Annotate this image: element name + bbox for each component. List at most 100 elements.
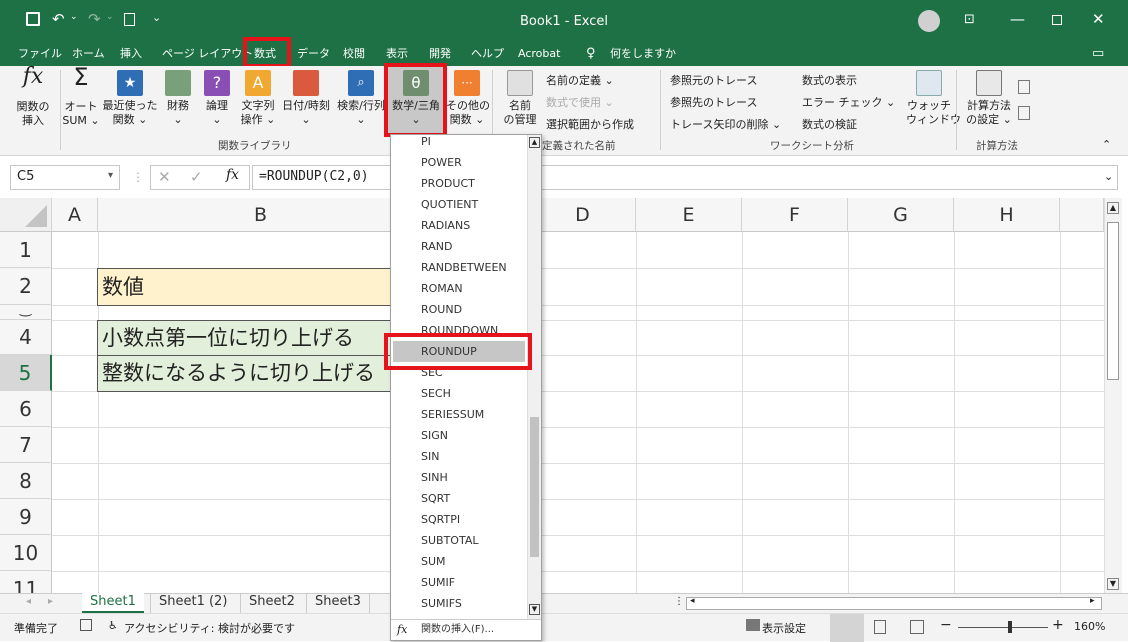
collapse-ribbon-icon[interactable]: ⌃ (1102, 138, 1111, 151)
calculate-sheet-icon[interactable] (1018, 106, 1030, 120)
recent-functions-button[interactable]: ★ 最近使った 関数 ⌄ (102, 70, 158, 127)
function-item-roman[interactable]: ROMAN (421, 278, 463, 299)
row-header-2[interactable]: 2 (0, 268, 52, 305)
function-item-round[interactable]: ROUND (421, 299, 462, 320)
cancel-icon[interactable]: ✕ (158, 168, 171, 186)
cell-b5[interactable]: 整数になるように切り上げる (97, 355, 397, 392)
datetime-button[interactable]: 日付/時刻 ⌄ (280, 70, 332, 127)
redo-icon[interactable]: ↷ (88, 10, 101, 28)
formula-input[interactable]: =ROUNDUP(C2,0) (252, 165, 1118, 190)
zoom-slider-thumb[interactable] (1008, 621, 1012, 633)
function-item-sqrtpi[interactable]: SQRTPI (421, 509, 460, 530)
minimize-icon[interactable]: — (1010, 10, 1025, 28)
function-item-quotient[interactable]: QUOTIENT (421, 194, 478, 215)
tab-file[interactable]: ファイル (18, 42, 62, 66)
tab-data[interactable]: データ (297, 42, 330, 66)
worksheet-grid[interactable]: A B C D E F G H 1 2 ‿ 4 5 6 7 8 9 10 11 … (0, 198, 1104, 593)
tab-acrobat[interactable]: Acrobat (518, 42, 560, 66)
function-item-randbetween[interactable]: RANDBETWEEN (421, 257, 507, 278)
horizontal-scrollbar[interactable] (686, 597, 1102, 610)
function-item-sin[interactable]: SIN (421, 446, 439, 467)
next-sheet-icon[interactable]: ▸ (48, 596, 53, 607)
dropdown-scrollbar[interactable]: ▲ ▼ (527, 135, 541, 619)
normal-view-icon[interactable] (830, 614, 864, 642)
tab-insert[interactable]: 挿入 (120, 42, 142, 66)
tab-help[interactable]: ヘルプ (471, 42, 504, 66)
function-item-power[interactable]: POWER (421, 152, 462, 173)
function-item-subtotal[interactable]: SUBTOTAL (421, 530, 478, 551)
function-item-sqrt[interactable]: SQRT (421, 488, 450, 509)
column-header-a[interactable]: A (52, 198, 98, 232)
undo-dropdown-icon[interactable]: ⌄ (70, 12, 78, 22)
error-checking-button[interactable]: エラー チェック ⌄ (802, 96, 895, 110)
logical-button[interactable]: ? 論理 ⌄ (200, 70, 234, 127)
dropdown-scroll-thumb[interactable] (530, 417, 539, 557)
row-header-4[interactable]: 4 (0, 320, 52, 355)
autosum-button[interactable]: Σ オート SUM ⌄ (60, 65, 102, 128)
use-in-formula-button[interactable]: 数式で使用 ⌄ (546, 96, 614, 110)
create-from-selection-button[interactable]: 選択範囲から作成 (546, 118, 634, 132)
display-settings-icon[interactable] (746, 619, 760, 631)
save-icon[interactable] (26, 12, 40, 26)
watch-window-button[interactable]: ウォッチ ウィンドウ (906, 70, 961, 127)
tab-page-layout[interactable]: ページ レイアウト (162, 42, 253, 66)
insert-function-fx-icon[interactable]: fx (226, 167, 239, 183)
sheet-tab-sheet3[interactable]: Sheet3 (306, 593, 370, 613)
remove-arrows-button[interactable]: トレース矢印の削除 ⌄ (670, 118, 781, 132)
column-header-b[interactable]: B (98, 198, 424, 232)
name-box[interactable]: C5 (10, 165, 120, 190)
zoom-slider[interactable] (958, 627, 1048, 628)
row-header-6[interactable]: 6 (0, 391, 52, 427)
accessibility-status[interactable]: アクセシビリティ: 検討が必要です (124, 620, 295, 636)
function-item-sumifs[interactable]: SUMIFS (421, 593, 462, 614)
row-header-1[interactable]: 1 (0, 232, 52, 268)
tell-me-search[interactable]: 何をしますか (610, 42, 676, 66)
scroll-right-icon[interactable]: ▸ (1090, 596, 1095, 606)
account-avatar[interactable] (918, 10, 940, 32)
enter-icon[interactable]: ✓ (190, 168, 203, 186)
insert-function-menu-item[interactable]: 関数の挿入(F)... (421, 623, 494, 637)
redo-dropdown-icon[interactable]: ⌄ (106, 12, 114, 22)
page-layout-view-icon[interactable] (874, 620, 886, 634)
evaluate-formula-button[interactable]: 数式の検証 (802, 118, 857, 132)
scroll-down-icon[interactable]: ▼ (1107, 578, 1119, 590)
page-break-view-icon[interactable] (910, 620, 924, 634)
macro-record-icon[interactable] (80, 619, 92, 631)
expand-formula-bar-icon[interactable]: ⌄ (1104, 170, 1113, 183)
function-item-rand[interactable]: RAND (421, 236, 452, 257)
more-functions-button[interactable]: ··· その他の 関数 ⌄ (446, 70, 490, 127)
tab-split-icon[interactable]: ⋮ (674, 596, 684, 607)
trace-dependents-button[interactable]: 参照先のトレース (670, 96, 757, 110)
insert-function-button[interactable]: fx 関数の 挿入 (8, 66, 58, 128)
calculation-options-button[interactable]: 計算方法 の設定 ⌄ (962, 70, 1016, 127)
function-item-sign[interactable]: SIGN (421, 425, 448, 446)
scroll-left-icon[interactable]: ◂ (690, 596, 695, 606)
sheet-tab-sheet1[interactable]: Sheet1 (82, 593, 144, 613)
trace-precedents-button[interactable]: 参照元のトレース (670, 74, 757, 88)
sheet-tab-sheet1-2[interactable]: Sheet1 (2) (150, 593, 235, 613)
dropdown-scroll-down-icon[interactable]: ▼ (529, 604, 540, 615)
vertical-scrollbar[interactable]: ▲ ▼ (1104, 198, 1122, 593)
cell-b4[interactable]: 小数点第一位に切り上げる (97, 320, 397, 356)
function-item-pi[interactable]: PI (421, 135, 431, 152)
calculate-now-icon[interactable] (1018, 80, 1030, 94)
row-header-10[interactable]: 10 (0, 535, 52, 571)
text-button[interactable]: A 文字列 操作 ⌄ (238, 70, 278, 127)
lookup-button[interactable]: ⌕ 検索/行列 ⌄ (334, 70, 388, 127)
function-item-seriessum[interactable]: SERIESSUM (421, 404, 484, 425)
column-header-i[interactable] (1060, 198, 1104, 232)
function-item-radians[interactable]: RADIANS (421, 215, 470, 236)
row-header-9[interactable]: 9 (0, 499, 52, 535)
scroll-up-icon[interactable]: ▲ (1107, 202, 1119, 214)
function-item-product[interactable]: PRODUCT (421, 173, 475, 194)
ribbon-display-icon[interactable]: ⊡ (964, 12, 975, 27)
undo-icon[interactable]: ↶ (52, 10, 65, 28)
comments-icon[interactable]: ▭ (1092, 42, 1104, 66)
zoom-out-icon[interactable]: − (940, 617, 952, 633)
vertical-scroll-thumb[interactable] (1107, 222, 1119, 380)
tab-review[interactable]: 校閲 (343, 42, 365, 66)
select-all-corner[interactable] (0, 198, 52, 232)
prev-sheet-icon[interactable]: ◂ (26, 596, 31, 607)
row-header-7[interactable]: 7 (0, 427, 52, 463)
column-header-e[interactable]: E (636, 198, 742, 232)
